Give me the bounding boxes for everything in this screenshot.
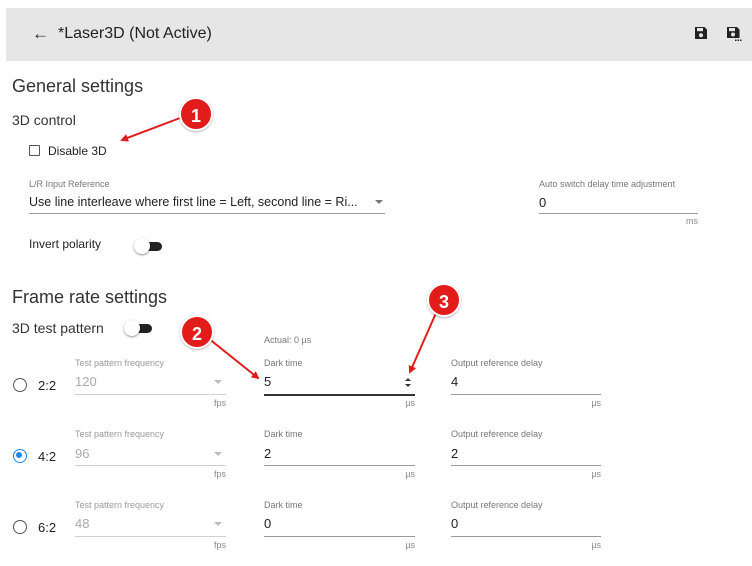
- callout-arrow-2: [207, 337, 260, 380]
- callout-arrow-3: [408, 312, 437, 374]
- callout-arrow-1: [120, 117, 181, 142]
- callout-badge-3: 3: [427, 283, 461, 317]
- callout-badge-2: 2: [180, 315, 214, 349]
- callout-badge-1: 1: [179, 97, 213, 131]
- callout-arrows: [120, 117, 437, 380]
